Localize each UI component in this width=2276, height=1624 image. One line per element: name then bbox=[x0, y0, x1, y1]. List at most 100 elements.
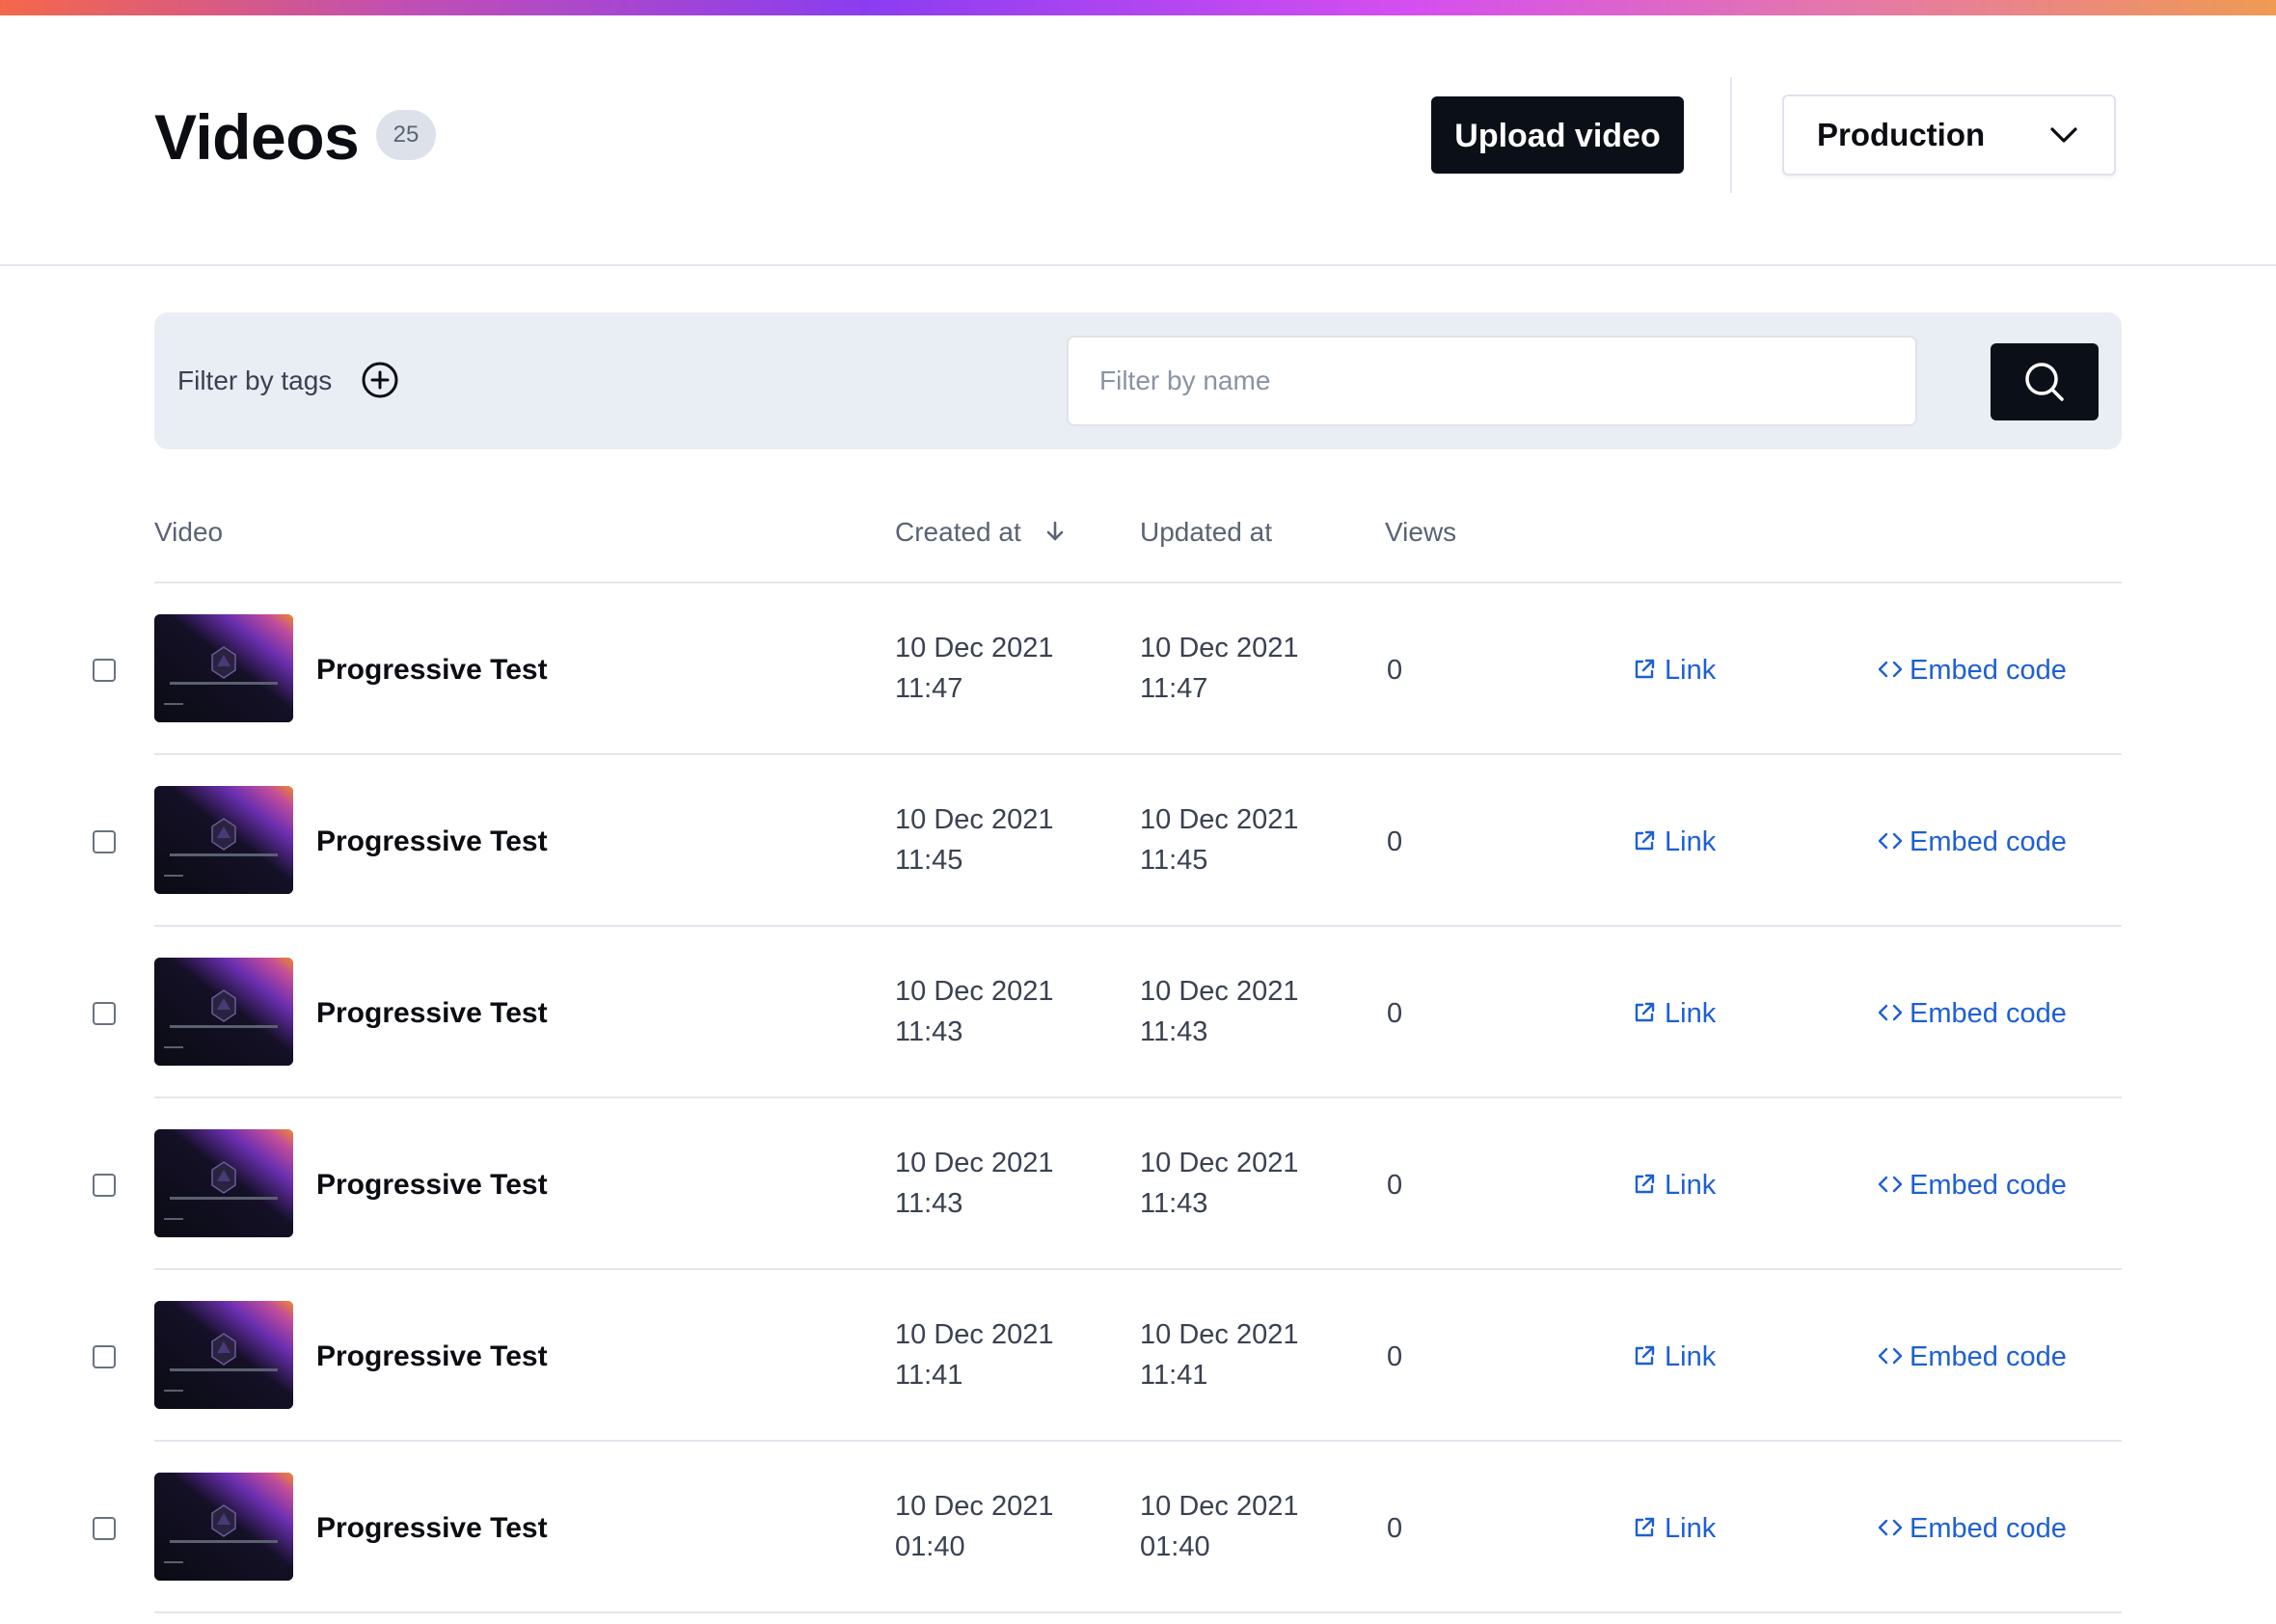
row-checkbox[interactable] bbox=[93, 1345, 116, 1368]
video-thumbnail[interactable] bbox=[154, 614, 293, 722]
table-row: Progressive Test 10 Dec 2021 11:47 10 De… bbox=[0, 583, 2276, 755]
thumbnail-caption-line bbox=[164, 703, 183, 705]
video-link-label: Link bbox=[1665, 655, 1717, 686]
created-at-date: 10 Dec 2021 bbox=[895, 1319, 1054, 1350]
created-at-time: 11:41 bbox=[895, 1360, 963, 1391]
chevron-down-icon bbox=[2048, 122, 2079, 149]
video-thumbnail[interactable] bbox=[154, 1129, 293, 1237]
thumbnail-caption-line bbox=[164, 1218, 183, 1220]
created-at-date: 10 Dec 2021 bbox=[895, 633, 1054, 663]
updated-at-cell: 10 Dec 2021 11:43 bbox=[1140, 971, 1298, 1052]
embed-code-label: Embed code bbox=[1910, 826, 2067, 857]
video-link-label: Link bbox=[1665, 1341, 1717, 1372]
video-title[interactable]: Progressive Test bbox=[316, 1270, 548, 1444]
created-at-time: 11:45 bbox=[895, 845, 963, 876]
created-at-cell: 10 Dec 2021 11:47 bbox=[895, 628, 1053, 709]
table-row: Progressive Test 10 Dec 2021 11:43 10 De… bbox=[0, 1098, 2276, 1270]
thumbnail-caption-line bbox=[170, 1025, 278, 1028]
video-title[interactable]: Progressive Test bbox=[316, 1442, 548, 1615]
embed-code-label: Embed code bbox=[1910, 998, 2067, 1029]
filter-by-tags-label: Filter by tags bbox=[177, 365, 333, 395]
header-divider-line bbox=[0, 264, 2276, 266]
plus-circle-icon[interactable] bbox=[361, 361, 399, 399]
created-at-cell: 10 Dec 2021 11:43 bbox=[895, 1143, 1053, 1224]
updated-at-date: 10 Dec 2021 bbox=[1140, 976, 1299, 1007]
external-link-icon bbox=[1635, 1174, 1655, 1194]
table-row: Progressive Test 10 Dec 2021 11:41 10 De… bbox=[0, 1270, 2276, 1442]
updated-at-date: 10 Dec 2021 bbox=[1140, 633, 1299, 663]
video-link-label: Link bbox=[1665, 826, 1717, 857]
updated-at-time: 11:45 bbox=[1140, 845, 1208, 876]
updated-at-cell: 10 Dec 2021 11:47 bbox=[1140, 628, 1298, 709]
created-at-date: 10 Dec 2021 bbox=[895, 976, 1054, 1007]
row-checkbox[interactable] bbox=[93, 1002, 116, 1025]
video-title[interactable]: Progressive Test bbox=[316, 755, 548, 929]
created-at-cell: 10 Dec 2021 11:45 bbox=[895, 799, 1053, 880]
thumbnail-caption-line bbox=[170, 1540, 278, 1543]
row-checkbox[interactable] bbox=[93, 1517, 116, 1540]
created-at-time: 11:43 bbox=[895, 1188, 963, 1219]
brand-gradient-bar bbox=[0, 0, 2276, 15]
thumbnail-caption-line bbox=[170, 682, 278, 685]
video-thumbnail[interactable] bbox=[154, 786, 293, 894]
embed-code-label: Embed code bbox=[1910, 1513, 2067, 1544]
row-checkbox[interactable] bbox=[93, 830, 116, 853]
video-title[interactable]: Progressive Test bbox=[316, 1098, 548, 1272]
environment-select[interactable]: Production bbox=[1782, 95, 2116, 176]
updated-at-cell: 10 Dec 2021 11:41 bbox=[1140, 1314, 1298, 1395]
created-at-cell: 10 Dec 2021 01:40 bbox=[895, 1486, 1053, 1567]
views-count: 0 bbox=[1387, 655, 1403, 686]
external-link-icon bbox=[1635, 830, 1655, 851]
table-row: Progressive Test 10 Dec 2021 01:40 10 De… bbox=[0, 1442, 2276, 1613]
code-icon bbox=[1878, 1519, 1903, 1536]
video-link-label: Link bbox=[1665, 1513, 1717, 1544]
embed-code-label: Embed code bbox=[1910, 655, 2067, 686]
created-at-date: 10 Dec 2021 bbox=[895, 1148, 1054, 1178]
column-header-views: Views bbox=[1385, 517, 1457, 547]
thumbnail-caption-line bbox=[170, 1368, 278, 1371]
search-icon bbox=[2025, 363, 2064, 401]
views-count: 0 bbox=[1387, 826, 1403, 857]
created-at-cell: 10 Dec 2021 11:43 bbox=[895, 971, 1053, 1052]
table-row: Progressive Test 10 Dec 2021 11:43 10 De… bbox=[0, 927, 2276, 1098]
video-thumbnail[interactable] bbox=[154, 958, 293, 1066]
created-at-date: 10 Dec 2021 bbox=[895, 804, 1054, 835]
table-row: Progressive Test 10 Dec 2021 11:45 10 De… bbox=[0, 755, 2276, 927]
video-link-label: Link bbox=[1665, 1170, 1717, 1201]
video-thumbnail[interactable] bbox=[154, 1301, 293, 1409]
video-thumbnail[interactable] bbox=[154, 1473, 293, 1581]
row-checkbox[interactable] bbox=[93, 1174, 116, 1197]
views-count: 0 bbox=[1387, 1513, 1403, 1544]
column-header-video: Video bbox=[154, 517, 224, 547]
search-button[interactable] bbox=[1991, 343, 2099, 420]
external-link-icon bbox=[1635, 1345, 1655, 1366]
column-header-created-at[interactable]: Created at bbox=[895, 511, 1066, 554]
thumbnail-caption-line bbox=[170, 1197, 278, 1200]
updated-at-date: 10 Dec 2021 bbox=[1140, 1148, 1299, 1178]
video-title[interactable]: Progressive Test bbox=[316, 927, 548, 1100]
filter-by-name-input[interactable] bbox=[1067, 336, 1917, 426]
code-icon bbox=[1878, 832, 1903, 850]
created-at-time: 01:40 bbox=[895, 1531, 965, 1562]
column-header-updated-at: Updated at bbox=[1140, 517, 1272, 547]
updated-at-cell: 10 Dec 2021 01:40 bbox=[1140, 1486, 1298, 1567]
created-at-cell: 10 Dec 2021 11:41 bbox=[895, 1314, 1053, 1395]
external-link-icon bbox=[1635, 1517, 1655, 1537]
video-count-badge: 25 bbox=[376, 110, 436, 160]
environment-select-value: Production bbox=[1817, 117, 1986, 152]
updated-at-date: 10 Dec 2021 bbox=[1140, 1319, 1299, 1350]
created-at-time: 11:47 bbox=[895, 673, 963, 704]
updated-at-time: 11:43 bbox=[1140, 1188, 1208, 1219]
upload-video-button[interactable]: Upload video bbox=[1431, 96, 1684, 174]
video-title[interactable]: Progressive Test bbox=[316, 583, 548, 757]
video-link-label: Link bbox=[1665, 998, 1717, 1029]
updated-at-date: 10 Dec 2021 bbox=[1140, 804, 1299, 835]
row-checkbox[interactable] bbox=[93, 659, 116, 682]
code-icon bbox=[1878, 1004, 1903, 1021]
thumbnail-caption-line bbox=[164, 1561, 183, 1563]
updated-at-time: 11:47 bbox=[1140, 673, 1208, 704]
code-icon bbox=[1878, 661, 1903, 678]
filter-panel: Filter by tags bbox=[154, 312, 2122, 449]
created-at-date: 10 Dec 2021 bbox=[895, 1491, 1054, 1522]
created-at-time: 11:43 bbox=[895, 1016, 963, 1047]
